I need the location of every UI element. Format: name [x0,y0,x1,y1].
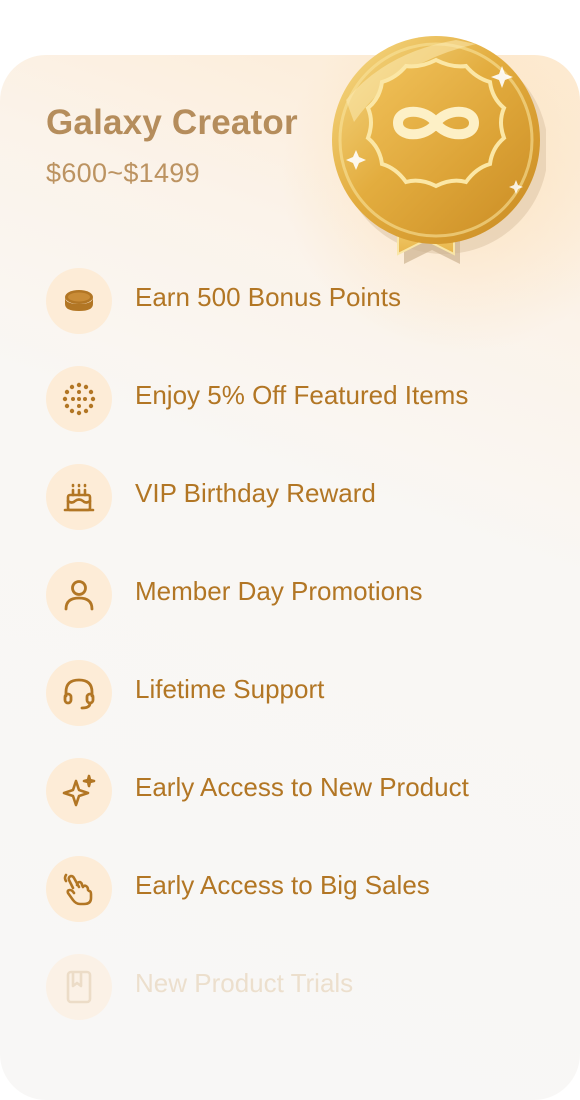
benefit-label: Lifetime Support [135,674,325,704]
tap-hand-icon [46,856,112,922]
tier-title: Galaxy Creator [46,103,298,142]
benefit-item-birthday[interactable]: VIP Birthday Reward [46,464,566,530]
headset-icon [46,660,112,726]
benefit-label: Early Access to Big Sales [135,870,430,900]
benefit-item-bonus-points[interactable]: Earn 500 Bonus Points [46,268,566,334]
benefit-label: New Product Trials [135,968,354,998]
bookmark-icon [46,954,112,1020]
benefit-label: Early Access to New Product [135,772,469,802]
infinity-medal-icon [332,36,546,264]
benefit-item-member-day[interactable]: Member Day Promotions [46,562,566,628]
benefit-item-product-trials[interactable]: New Product Trials [46,954,566,1020]
person-icon [46,562,112,628]
dotted-circle-icon [46,366,112,432]
benefit-item-new-product-access[interactable]: Early Access to New Product [46,758,566,824]
cake-icon [46,464,112,530]
benefit-item-big-sales[interactable]: Early Access to Big Sales [46,856,566,922]
benefit-item-support[interactable]: Lifetime Support [46,660,566,726]
benefit-item-discount[interactable]: Enjoy 5% Off Featured Items [46,366,566,432]
coin-icon [46,268,112,334]
tier-price-range: $600~$1499 [46,158,200,188]
sparkle-icon [46,758,112,824]
benefit-label: VIP Birthday Reward [135,478,376,508]
benefit-label: Member Day Promotions [135,576,423,606]
benefit-label: Earn 500 Bonus Points [135,282,401,312]
benefit-label: Enjoy 5% Off Featured Items [135,380,469,410]
